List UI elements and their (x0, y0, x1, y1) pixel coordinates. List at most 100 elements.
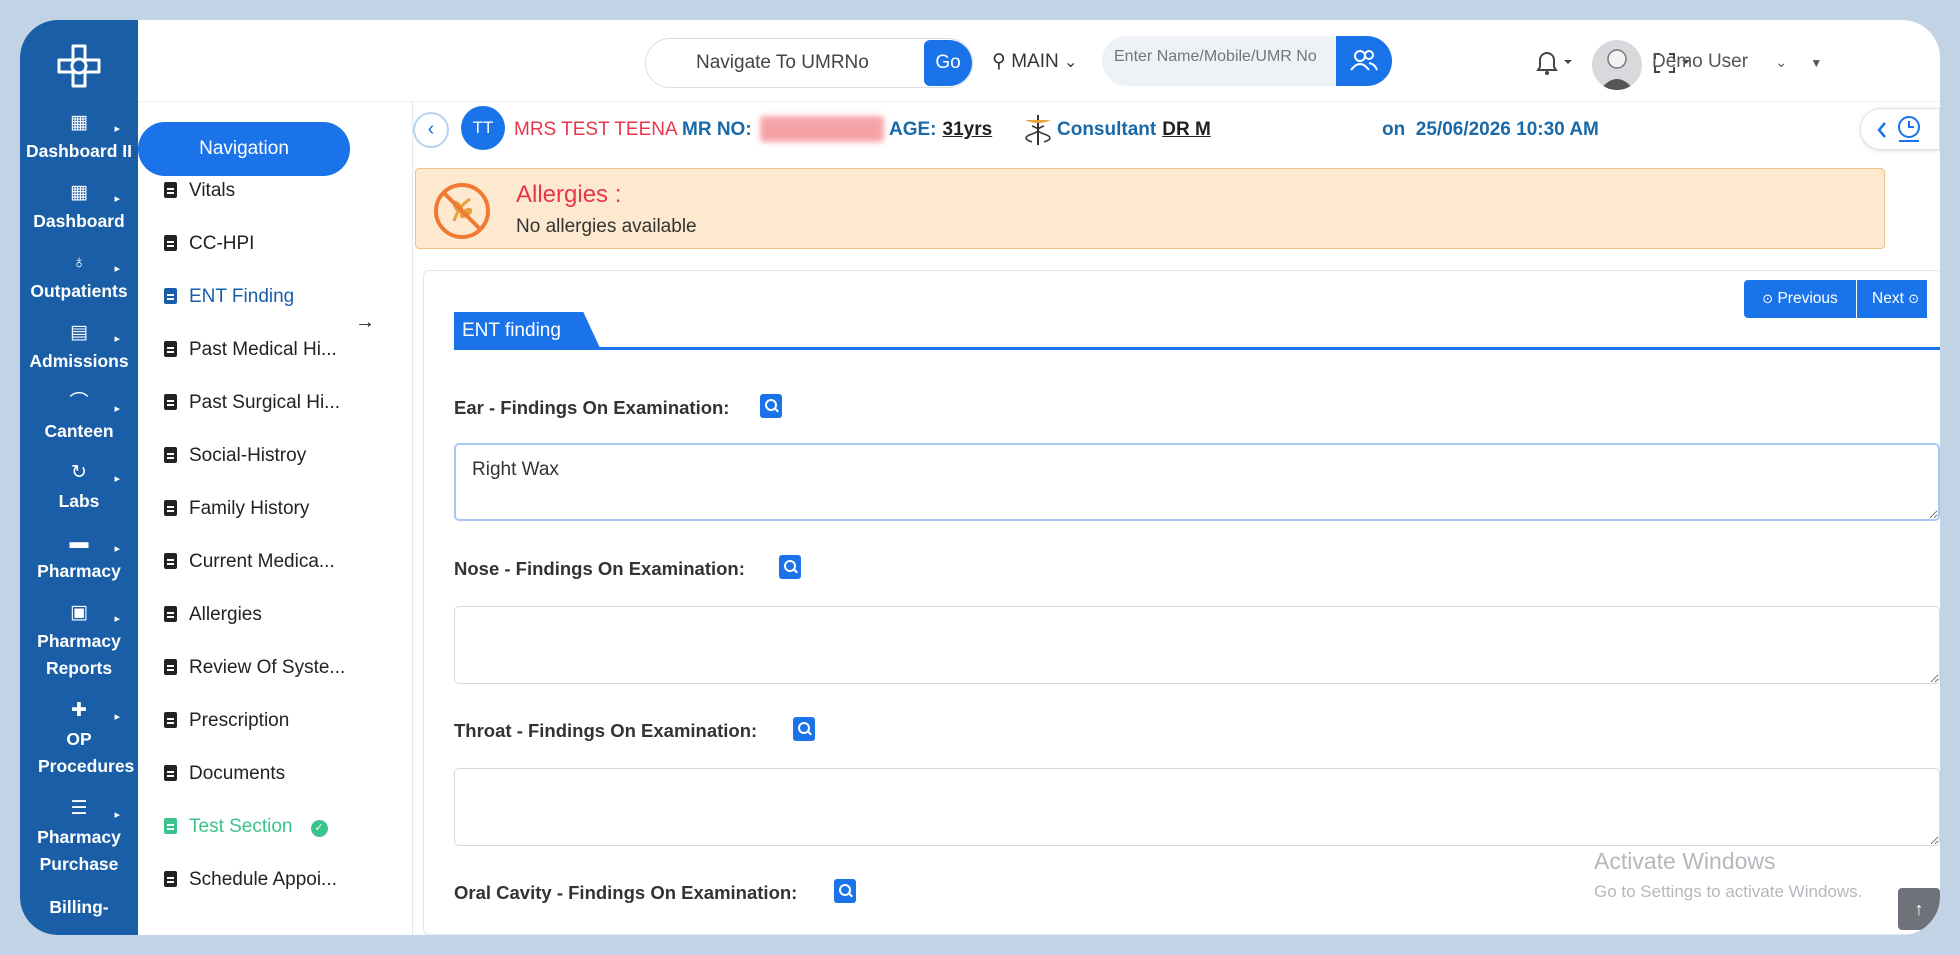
caduceus-icon (1025, 115, 1051, 145)
store-icon: ▬ (69, 532, 89, 553)
history-toggle-button[interactable] (1860, 108, 1940, 150)
navigation-button[interactable]: Navigation (138, 122, 350, 176)
document-icon (164, 606, 177, 622)
hospital-logo-icon[interactable] (55, 42, 103, 90)
grid-icon: ▦ (70, 182, 88, 203)
patient-search-input[interactable] (1114, 48, 1342, 66)
throat-findings-textarea[interactable] (454, 768, 1940, 846)
patient-age: AGE: 31yrs (889, 119, 993, 140)
nose-findings-label: Nose - Findings On Examination: (454, 558, 745, 579)
document-icon (164, 341, 177, 357)
document-icon (164, 288, 177, 304)
arrow-right-icon: → (355, 311, 375, 333)
activation-watermark-text: Go to Settings to activate Windows. (1594, 882, 1863, 901)
document-icon (164, 394, 177, 410)
rail-item-admissions[interactable]: ▤ ▸ Admissions (20, 322, 138, 375)
check-circle-icon: ✓ (310, 820, 328, 837)
ear-findings-label: Ear - Findings On Examination: (454, 397, 730, 418)
app-frame: ▦ ▸ Dashboard II ▦ ▸ Dashboard ♁ ▸ Outpatie… (20, 20, 1940, 935)
search-template-icon[interactable] (779, 555, 801, 579)
arrow-up-icon: ↑ (1914, 899, 1924, 919)
nav-item-prescription[interactable]: Prescription (164, 710, 289, 732)
nav-item-ent-finding[interactable]: ENT Finding (164, 286, 294, 308)
go-button[interactable]: Go (924, 40, 972, 86)
users-icon (1350, 50, 1378, 71)
document-icon (164, 447, 177, 463)
bell-icon[interactable] (1534, 50, 1574, 82)
mr-number-redacted (760, 116, 884, 142)
nav-item-documents[interactable]: Documents (164, 763, 285, 785)
chevron-down-circle-icon: ⌄ (1063, 54, 1078, 71)
rail-item-pharmacy[interactable]: ▬ ▸ Pharmacy (20, 532, 138, 585)
allergy-title: Allergies : (516, 181, 622, 208)
grid-icon: ▦ (70, 112, 88, 133)
stethoscope-icon: ♁ (71, 252, 87, 273)
document-icon (164, 871, 177, 887)
patient-search-box (1102, 36, 1352, 86)
checklist-icon: ☰ (70, 798, 88, 819)
next-button[interactable]: Next ⊙ (1857, 280, 1927, 318)
nav-item-social-history[interactable]: Social-Histroy (164, 445, 306, 467)
document-icon (164, 500, 177, 516)
rail-item-pharmacy-purchase[interactable]: ☰ ▸ Pharmacy Purchase (20, 798, 138, 878)
medical-kit-icon: ✚ (71, 700, 87, 721)
nav-item-review-of-systems[interactable]: Review Of Syste... (164, 657, 345, 679)
patient-search-button[interactable] (1336, 36, 1392, 86)
rail-item-dashboard-ii[interactable]: ▦ ▸ Dashboard II (20, 112, 138, 165)
rail-item-labs[interactable]: ↻ ▸ Labs (20, 462, 138, 515)
rail-item-dashboard[interactable]: ▦ ▸ Dashboard (20, 182, 138, 235)
previous-button[interactable]: ⊙ Previous (1744, 280, 1856, 318)
document-icon (164, 182, 177, 198)
activation-watermark-title: Activate Windows (1594, 848, 1776, 874)
rail-item-pharmacy-reports[interactable]: ▣ ▸ Pharmacy Reports (20, 602, 138, 682)
lab-icon: ↻ (71, 462, 87, 483)
throat-findings-label: Throat - Findings On Examination: (454, 720, 758, 741)
chevron-down-icon: ⌄ (1775, 54, 1788, 70)
chevron-left-icon: ‹ (427, 118, 435, 140)
search-template-icon[interactable] (793, 717, 815, 741)
rail-item-billing[interactable]: Billing- (20, 894, 138, 921)
search-template-icon[interactable] (760, 394, 782, 418)
nose-findings-textarea[interactable] (454, 606, 1940, 684)
allergy-banner: Allergies : No allergies available (415, 168, 1885, 249)
nav-item-test-section[interactable]: Test Section ✓ (164, 816, 328, 838)
allergy-value: No allergies available (516, 216, 697, 237)
consultant-info: Consultant DR M (1057, 119, 1211, 140)
document-icon (164, 765, 177, 781)
nav-item-cc-hpi[interactable]: CC-HPI (164, 233, 254, 255)
ear-findings-textarea[interactable]: Right Wax (454, 443, 1940, 521)
user-menu[interactable]: Demo User ⌄ ▼ (1652, 51, 1822, 73)
oral-cavity-findings-label: Oral Cavity - Findings On Examination: (454, 882, 798, 903)
nav-item-past-surgical-history[interactable]: Past Surgical Hi... (164, 392, 340, 414)
nav-item-family-history[interactable]: Family History (164, 498, 309, 520)
search-template-icon[interactable] (834, 879, 856, 903)
nav-item-schedule-appointment[interactable]: Schedule Appoi... (164, 869, 337, 891)
document-icon (164, 659, 177, 675)
rail-item-canteen[interactable]: ⌒ ▸ Canteen (20, 392, 138, 445)
scroll-top-button[interactable]: ↑ (1898, 888, 1940, 930)
avatar[interactable] (1592, 40, 1642, 90)
no-allergen-icon (434, 183, 490, 239)
nav-item-vitals[interactable]: Vitals (164, 180, 235, 202)
circle-left-icon: ⊙ (1762, 291, 1774, 306)
save-icon: ▣ (70, 602, 88, 623)
visit-datetime: on 25/06/2026 10:30 AM (1382, 119, 1599, 140)
nav-item-allergies[interactable]: Allergies (164, 604, 262, 626)
section-tab: ENT finding (454, 312, 601, 350)
main-sidebar: ▦ ▸ Dashboard II ▦ ▸ Dashboard ♁ ▸ Outpatie… (20, 20, 138, 935)
food-icon: ⌒ (69, 392, 89, 413)
patient-name: MRS TEST TEENA (514, 119, 678, 140)
patient-initials-avatar: TT (461, 106, 505, 150)
collapse-nav-button[interactable]: ‹ (413, 112, 449, 148)
caret-down-icon: ▼ (1810, 56, 1823, 70)
document-icon (164, 235, 177, 251)
location-selector[interactable]: ⚲ MAIN ⌄ (992, 50, 1077, 73)
nav-item-current-medication[interactable]: Current Medica... (164, 551, 335, 573)
section-divider (454, 347, 1940, 350)
document-icon (164, 712, 177, 728)
rail-item-outpatients[interactable]: ♁ ▸ Outpatients (20, 252, 138, 305)
document-icon (164, 818, 177, 834)
rail-item-op-procedures[interactable]: ✚ ▸ OP Procedures (20, 700, 138, 780)
nav-item-past-medical-history[interactable]: Past Medical Hi... (164, 339, 337, 361)
map-pin-icon: ⚲ (992, 51, 1006, 72)
